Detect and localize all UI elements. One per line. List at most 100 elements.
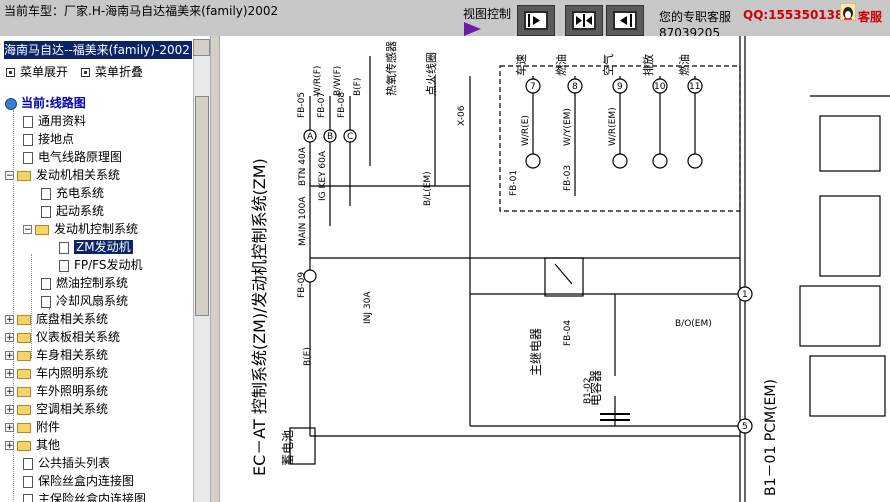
expand-toggle-icon[interactable]: +	[5, 405, 14, 415]
circle-ref: 1	[742, 290, 748, 300]
expand-toggle-icon[interactable]: +	[5, 315, 14, 325]
qq-penguin-icon[interactable]	[840, 3, 856, 21]
qq-link[interactable]: QQ:1553501388	[743, 8, 852, 22]
tree-item[interactable]: 充电系统	[41, 184, 104, 202]
folder-open-icon	[17, 170, 31, 181]
side-note: 车速	[514, 54, 528, 76]
diagram-inj-fuse: INJ 30A	[363, 291, 373, 324]
tree-item[interactable]: 主保险丝盒内连接图	[23, 490, 146, 502]
tree-item-folder[interactable]: + 车内照明系统	[5, 364, 108, 382]
tree-item-current-wiring[interactable]: 当前:线路图	[5, 94, 86, 112]
expand-toggle-icon[interactable]: +	[5, 369, 14, 379]
tree-item-folder[interactable]: + 其他	[5, 436, 60, 454]
connector-ref: FB-05	[297, 92, 307, 118]
tree-item[interactable]: 保险丝盒内连接图	[23, 472, 134, 490]
tree-item-folder[interactable]: + 车身相关系统	[5, 346, 108, 364]
side-note: 点火线圈	[424, 52, 438, 96]
circle-ref: 8	[572, 82, 578, 92]
circle-ref: A	[307, 132, 314, 142]
folder-icon	[17, 422, 31, 433]
wire-code: B/O(EM)	[675, 319, 712, 329]
menu-collapse-button[interactable]: 菜单折叠	[81, 63, 143, 80]
connector-ref: FB-03	[563, 165, 573, 191]
tree-item-folder[interactable]: + 底盘相关系统	[5, 310, 108, 328]
tree-item[interactable]: 公共插头列表	[23, 454, 110, 472]
tree-item[interactable]: 冷却风扇系统	[41, 292, 128, 310]
menu-expand-label: 菜单展开	[20, 65, 69, 79]
tree-item[interactable]: 通用资料	[23, 112, 86, 130]
diagram-btn-fuse: BTN 40A	[298, 146, 308, 186]
diagram-relay-ref: FB-04	[563, 320, 573, 346]
diagram-igkey-fuse: IG KEY 60A	[318, 150, 328, 201]
expand-toggle-icon[interactable]: +	[5, 351, 14, 361]
customer-service-link[interactable]: 客服	[858, 8, 882, 25]
document-icon	[23, 115, 33, 128]
collapse-toggle-icon[interactable]: −	[5, 171, 14, 181]
arrow-left-icon	[620, 14, 632, 27]
wire-code: W/R(EM)	[608, 107, 618, 146]
scroll-up-button[interactable]	[193, 39, 210, 56]
expand-toggle-icon[interactable]: +	[5, 387, 14, 397]
collapse-square-icon	[81, 68, 90, 77]
tree-item[interactable]: FP/FS发动机	[59, 256, 143, 274]
diagram-capacitor-ref: B1-02	[583, 377, 593, 404]
diagram-main-fuse: MAIN 100A	[298, 196, 308, 246]
tree-item[interactable]: 电气线路原理图	[23, 148, 122, 166]
wiring-diagram-view[interactable]: EC－AT 控制系统(ZM)/发动机控制系统(ZM) B1－01 PCM(EM)…	[220, 36, 890, 502]
circle-ref: 10	[654, 82, 666, 92]
folder-icon	[17, 314, 31, 325]
current-car-model: 当前车型：厂家.H-海南马自达福美来(family)2002	[4, 4, 279, 18]
expand-toggle-icon[interactable]: +	[5, 423, 14, 433]
document-icon	[23, 151, 33, 164]
diagram-main-title: EC－AT 控制系统(ZM)/发动机控制系统(ZM)	[250, 158, 269, 476]
circle-ref: 7	[530, 82, 536, 92]
menu-collapse-label: 菜单折叠	[95, 65, 144, 79]
expand-toggle-icon[interactable]: +	[5, 333, 14, 343]
wire-code: W/Y(EM)	[563, 108, 573, 146]
expand-toggle-icon[interactable]: +	[5, 441, 14, 451]
document-icon	[41, 295, 51, 308]
folder-icon	[17, 440, 31, 451]
connector-ref: X-06	[457, 105, 467, 126]
tree-item-folder[interactable]: + 车外照明系统	[5, 382, 108, 400]
view-expand-right-button[interactable]	[517, 5, 555, 36]
globe-icon	[5, 97, 17, 110]
pane-splitter[interactable]	[210, 36, 220, 502]
top-bar: 当前车型：厂家.H-海南马自达福美来(family)2002 视图控制 您的专职…	[0, 0, 890, 40]
wire-code: B(F)	[353, 78, 363, 96]
document-icon	[41, 205, 51, 218]
tree-item-folder[interactable]: + 空调相关系统	[5, 400, 108, 418]
tree-item-engine-systems[interactable]: − 发动机相关系统	[5, 166, 120, 184]
tree-scrollbar[interactable]	[193, 56, 210, 502]
tree-item[interactable]: 燃油控制系统	[41, 274, 128, 292]
tree-item-folder[interactable]: + 附件	[5, 418, 60, 436]
tree-item-folder[interactable]: + 仪表板相关系统	[5, 328, 120, 346]
expand-square-icon	[6, 68, 15, 77]
document-icon	[23, 133, 33, 146]
document-icon	[23, 493, 33, 502]
pane-title: 海南马自达--福美来(family)-2002	[4, 41, 192, 59]
folder-icon	[17, 386, 31, 397]
wire-code: W/R(E)	[521, 115, 531, 146]
tree-item[interactable]: 接地点	[23, 130, 74, 148]
document-icon	[41, 277, 51, 290]
wire-code: B(E)	[303, 347, 313, 366]
view-split-button[interactable]	[565, 5, 603, 36]
document-icon	[59, 241, 69, 254]
view-expand-left-button[interactable]	[606, 5, 644, 36]
split-view-icon	[576, 14, 592, 27]
tree-item-engine-control[interactable]: − 发动机控制系统	[23, 220, 138, 238]
menu-expand-button[interactable]: 菜单展开	[6, 63, 68, 80]
navigation-pane: 海南马自达--福美来(family)-2002 菜单展开 菜单折叠 当前:线路图…	[0, 36, 210, 502]
folder-icon	[17, 350, 31, 361]
connector-ref: FB-09	[297, 272, 307, 298]
tree-item[interactable]: 起动系统	[41, 202, 104, 220]
scroll-thumb[interactable]	[195, 96, 209, 316]
diagram-battery-label: 蓄电池	[281, 430, 295, 466]
collapse-toggle-icon[interactable]: −	[23, 225, 32, 235]
view-control-label: 视图控制	[463, 7, 512, 21]
folder-icon	[17, 404, 31, 415]
tree-item-zm-engine-selected[interactable]: ZM发动机	[59, 238, 133, 256]
document-icon	[59, 259, 69, 272]
wire-code: B/W(F)	[333, 66, 343, 96]
